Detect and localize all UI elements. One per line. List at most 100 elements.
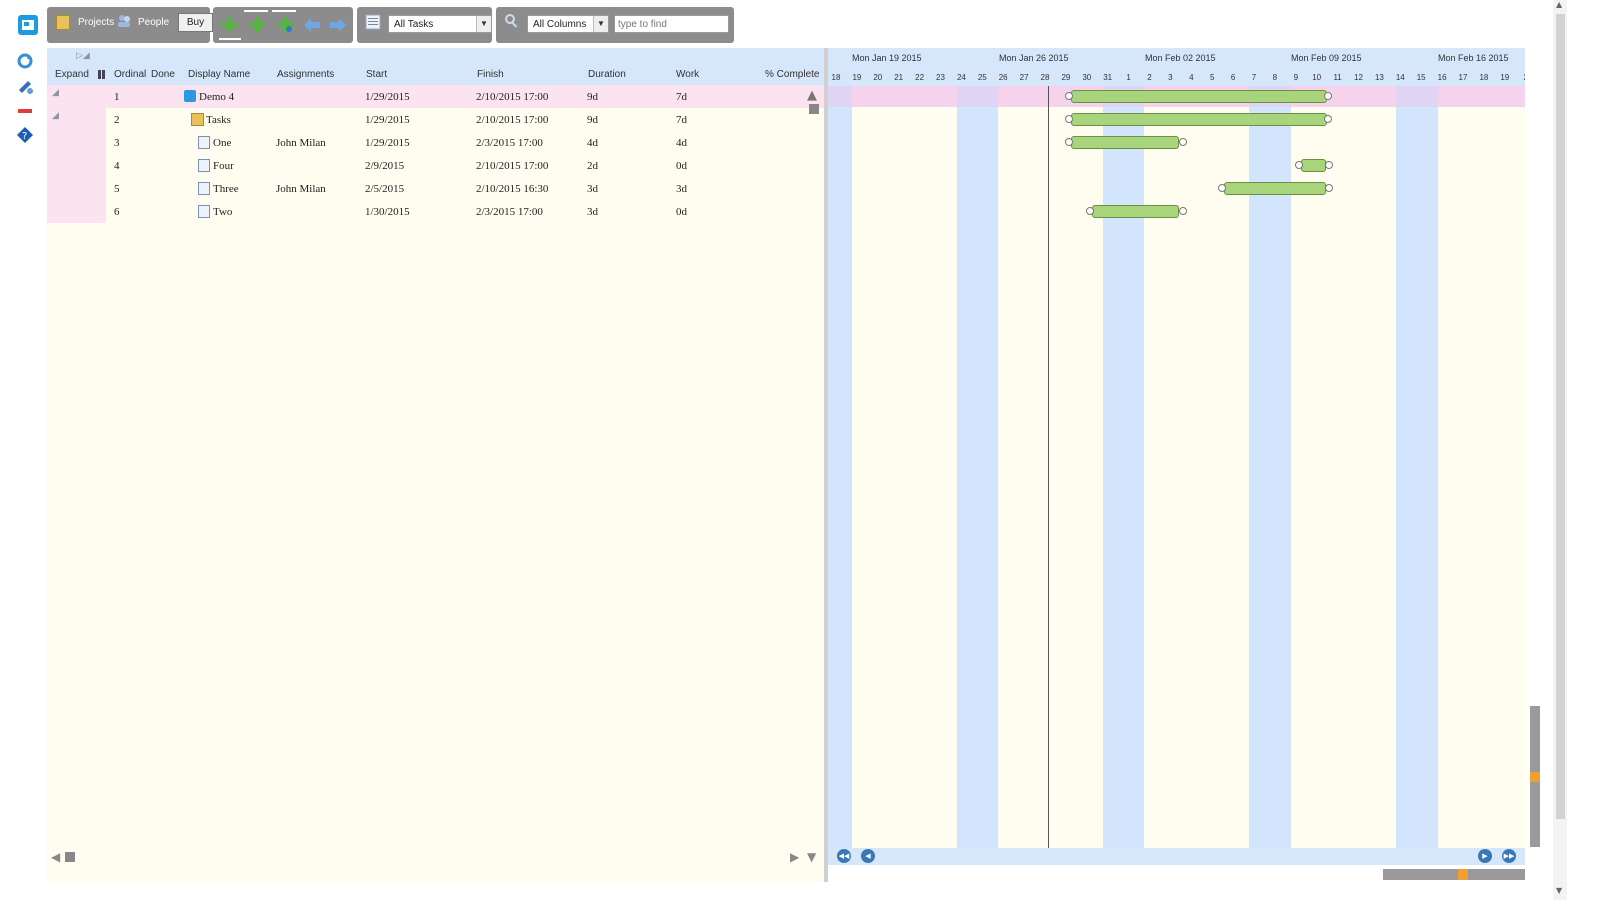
- row-name[interactable]: One: [213, 137, 231, 149]
- pause-icon[interactable]: [98, 70, 105, 79]
- bar-handle[interactable]: [1324, 92, 1332, 100]
- indicator-line: [244, 10, 268, 12]
- row-finish: 2/3/2015 17:00: [476, 206, 543, 218]
- toolbar-group-search: All Columns ▼: [496, 7, 734, 43]
- col-display-name[interactable]: Display Name: [188, 69, 250, 80]
- toolbar-group-edit: [213, 7, 353, 43]
- add-task-icon[interactable]: [221, 16, 239, 38]
- bar-handle[interactable]: [1065, 138, 1073, 146]
- app-logo-icon[interactable]: [18, 15, 38, 35]
- gantt-navigation: ◀◀ ◀ ▶ ▶▶: [828, 848, 1525, 865]
- jump-start-icon[interactable]: ◀◀: [837, 849, 851, 863]
- gantt-bar[interactable]: [1301, 159, 1326, 172]
- edit-icon[interactable]: [16, 77, 34, 95]
- col-finish[interactable]: Finish: [477, 69, 504, 80]
- people-link[interactable]: People: [138, 17, 169, 28]
- remove-icon[interactable]: [16, 102, 34, 120]
- scroll-right-icon[interactable]: ▶: [790, 850, 799, 864]
- list-view-icon[interactable]: [365, 14, 381, 34]
- weekend-column: [828, 86, 852, 848]
- timeline-scrollbar[interactable]: [1383, 869, 1525, 880]
- page-scroll-thumb[interactable]: [1556, 14, 1565, 819]
- help-icon[interactable]: ?: [16, 126, 34, 144]
- active-indicator: [219, 38, 241, 40]
- day-label: 10: [1312, 73, 1322, 82]
- bar-handle[interactable]: [1325, 184, 1333, 192]
- bar-handle[interactable]: [1065, 115, 1073, 123]
- previous-icon[interactable]: ◀: [861, 849, 875, 863]
- col-work[interactable]: Work: [676, 69, 699, 80]
- search-icon[interactable]: [504, 13, 520, 33]
- search-input[interactable]: [614, 15, 729, 33]
- row-start: 1/30/2015: [365, 206, 410, 218]
- col-expand[interactable]: Expand: [55, 69, 89, 80]
- table-row[interactable]: 3 One John Milan 1/29/2015 2/3/2015 17:0…: [47, 131, 824, 154]
- row-name[interactable]: Two: [213, 206, 232, 218]
- table-row[interactable]: 6 Two 1/30/2015 2/3/2015 17:00 3d 0d: [47, 200, 824, 223]
- row-ordinal: 5: [114, 183, 120, 195]
- day-label: 16: [1437, 73, 1447, 82]
- gantt-bar[interactable]: [1092, 205, 1179, 218]
- day-label: 22: [915, 73, 925, 82]
- task-filter-select[interactable]: All Tasks ▼: [388, 15, 492, 33]
- column-filter-select[interactable]: All Columns ▼: [527, 15, 609, 33]
- row-name[interactable]: Tasks: [206, 114, 231, 126]
- gantt-bar[interactable]: [1224, 182, 1326, 195]
- next-icon[interactable]: ▶: [1478, 849, 1492, 863]
- projects-icon[interactable]: [56, 15, 70, 30]
- scroll-up-icon[interactable]: ▲: [807, 88, 817, 103]
- day-label: 2: [1147, 73, 1152, 82]
- bar-handle[interactable]: [1218, 184, 1226, 192]
- add-milestone-icon[interactable]: [276, 16, 294, 38]
- collapse-triangle-icon[interactable]: ◢: [52, 111, 59, 121]
- projects-link[interactable]: Projects: [78, 17, 114, 28]
- day-label: 7: [1251, 73, 1257, 82]
- bar-handle[interactable]: [1086, 207, 1094, 215]
- row-work: 3d: [676, 183, 687, 195]
- col-duration[interactable]: Duration: [588, 69, 626, 80]
- bar-handle[interactable]: [1324, 115, 1332, 123]
- refresh-icon[interactable]: [16, 52, 34, 70]
- gantt-bar[interactable]: [1071, 113, 1327, 126]
- scroll-left-icon[interactable]: ◀: [51, 850, 60, 864]
- timeline-scroll-thumb[interactable]: [1458, 869, 1468, 880]
- bar-handle[interactable]: [1179, 207, 1187, 215]
- row-name[interactable]: Four: [213, 160, 234, 172]
- gantt-bar[interactable]: [1071, 136, 1179, 149]
- col-complete[interactable]: % Complete: [765, 69, 819, 80]
- col-start[interactable]: Start: [366, 69, 387, 80]
- bar-handle[interactable]: [1295, 161, 1303, 169]
- collapse-triangle-icon[interactable]: ◢: [52, 88, 59, 98]
- row-finish: 2/3/2015 17:00: [476, 137, 543, 149]
- people-icon[interactable]: [116, 13, 132, 33]
- col-ordinal[interactable]: Ordinal: [114, 69, 146, 80]
- row-name[interactable]: Demo 4: [199, 91, 234, 103]
- collapse-all-icon[interactable]: ▷◢: [76, 51, 90, 61]
- bar-handle[interactable]: [1325, 161, 1333, 169]
- table-row[interactable]: ◢ 2 Tasks 1/29/2015 2/10/2015 17:00 9d 7…: [47, 108, 824, 131]
- zoom-slider-thumb[interactable]: [1530, 772, 1540, 782]
- chevron-down-icon[interactable]: ▼: [593, 16, 608, 32]
- task-icon: [198, 182, 210, 195]
- scroll-down-icon[interactable]: ▼: [807, 850, 816, 864]
- row-name[interactable]: Three: [213, 183, 239, 195]
- scroll-thumb[interactable]: [809, 104, 819, 114]
- hscroll-thumb[interactable]: [65, 852, 75, 862]
- add-subtask-icon[interactable]: [248, 16, 266, 38]
- bar-handle[interactable]: [1065, 92, 1073, 100]
- indent-icon[interactable]: [329, 17, 347, 37]
- chevron-down-icon[interactable]: ▼: [476, 16, 491, 32]
- row-duration: 4d: [587, 137, 598, 149]
- jump-end-icon[interactable]: ▶▶: [1502, 849, 1516, 863]
- table-row[interactable]: 4 Four 2/9/2015 2/10/2015 17:00 2d 0d: [47, 154, 824, 177]
- table-row[interactable]: ◢ 1 Demo 4 1/29/2015 2/10/2015 17:00 9d …: [47, 85, 824, 108]
- gantt-bar[interactable]: [1071, 90, 1327, 103]
- col-assignments[interactable]: Assignments: [277, 69, 334, 80]
- scroll-up-arrow-icon[interactable]: ▲: [1556, 0, 1562, 9]
- outdent-icon[interactable]: [303, 17, 321, 37]
- scroll-down-arrow-icon[interactable]: ▼: [1556, 886, 1562, 895]
- table-row[interactable]: 5 Three John Milan 2/5/2015 2/10/2015 16…: [47, 177, 824, 200]
- bar-handle[interactable]: [1179, 138, 1187, 146]
- col-done[interactable]: Done: [151, 69, 175, 80]
- buy-button[interactable]: Buy: [178, 13, 213, 32]
